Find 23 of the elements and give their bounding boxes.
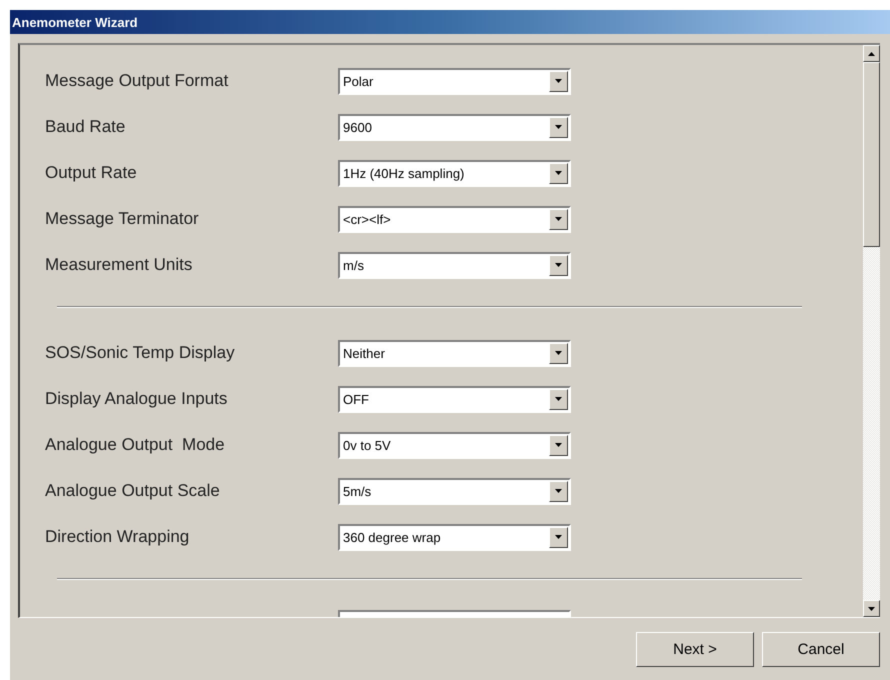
field-label: Analogue Output Scale [45, 481, 221, 501]
field-label: Measurement Units [45, 255, 194, 275]
field-label: Analogue Output Mode [45, 435, 226, 455]
dropdown[interactable]: m/s [338, 252, 571, 278]
field-label: Display Analogue Inputs [45, 389, 228, 409]
dropdown[interactable]: Neither [338, 340, 571, 366]
dropdown[interactable]: 360 degree wrap [338, 524, 571, 550]
dropdown[interactable]: <cr><lf> [338, 206, 571, 232]
dropdown[interactable]: Polar [338, 68, 571, 94]
window-title: Anemometer Wizard [10, 10, 890, 34]
wizard-button[interactable]: Next > [636, 632, 754, 667]
dropdown[interactable]: 0v to 5V [338, 432, 571, 458]
wizard-button[interactable]: Cancel [762, 632, 880, 667]
field-label: Baud Rate [45, 117, 126, 137]
dropdown[interactable]: 5m/s [338, 478, 571, 504]
field-label: Output Rate [45, 163, 138, 183]
field-label: SOS/Sonic Temp Display [45, 343, 236, 363]
dropdown[interactable]: OFF [338, 386, 571, 412]
field-label: Direction Wrapping [45, 527, 190, 547]
dropdown[interactable]: 1Hz (40Hz sampling) [338, 160, 571, 186]
dropdown[interactable]: 9600 [338, 114, 571, 140]
field-label: Message Terminator [45, 209, 200, 229]
field-label: Message Output Format [45, 71, 230, 91]
